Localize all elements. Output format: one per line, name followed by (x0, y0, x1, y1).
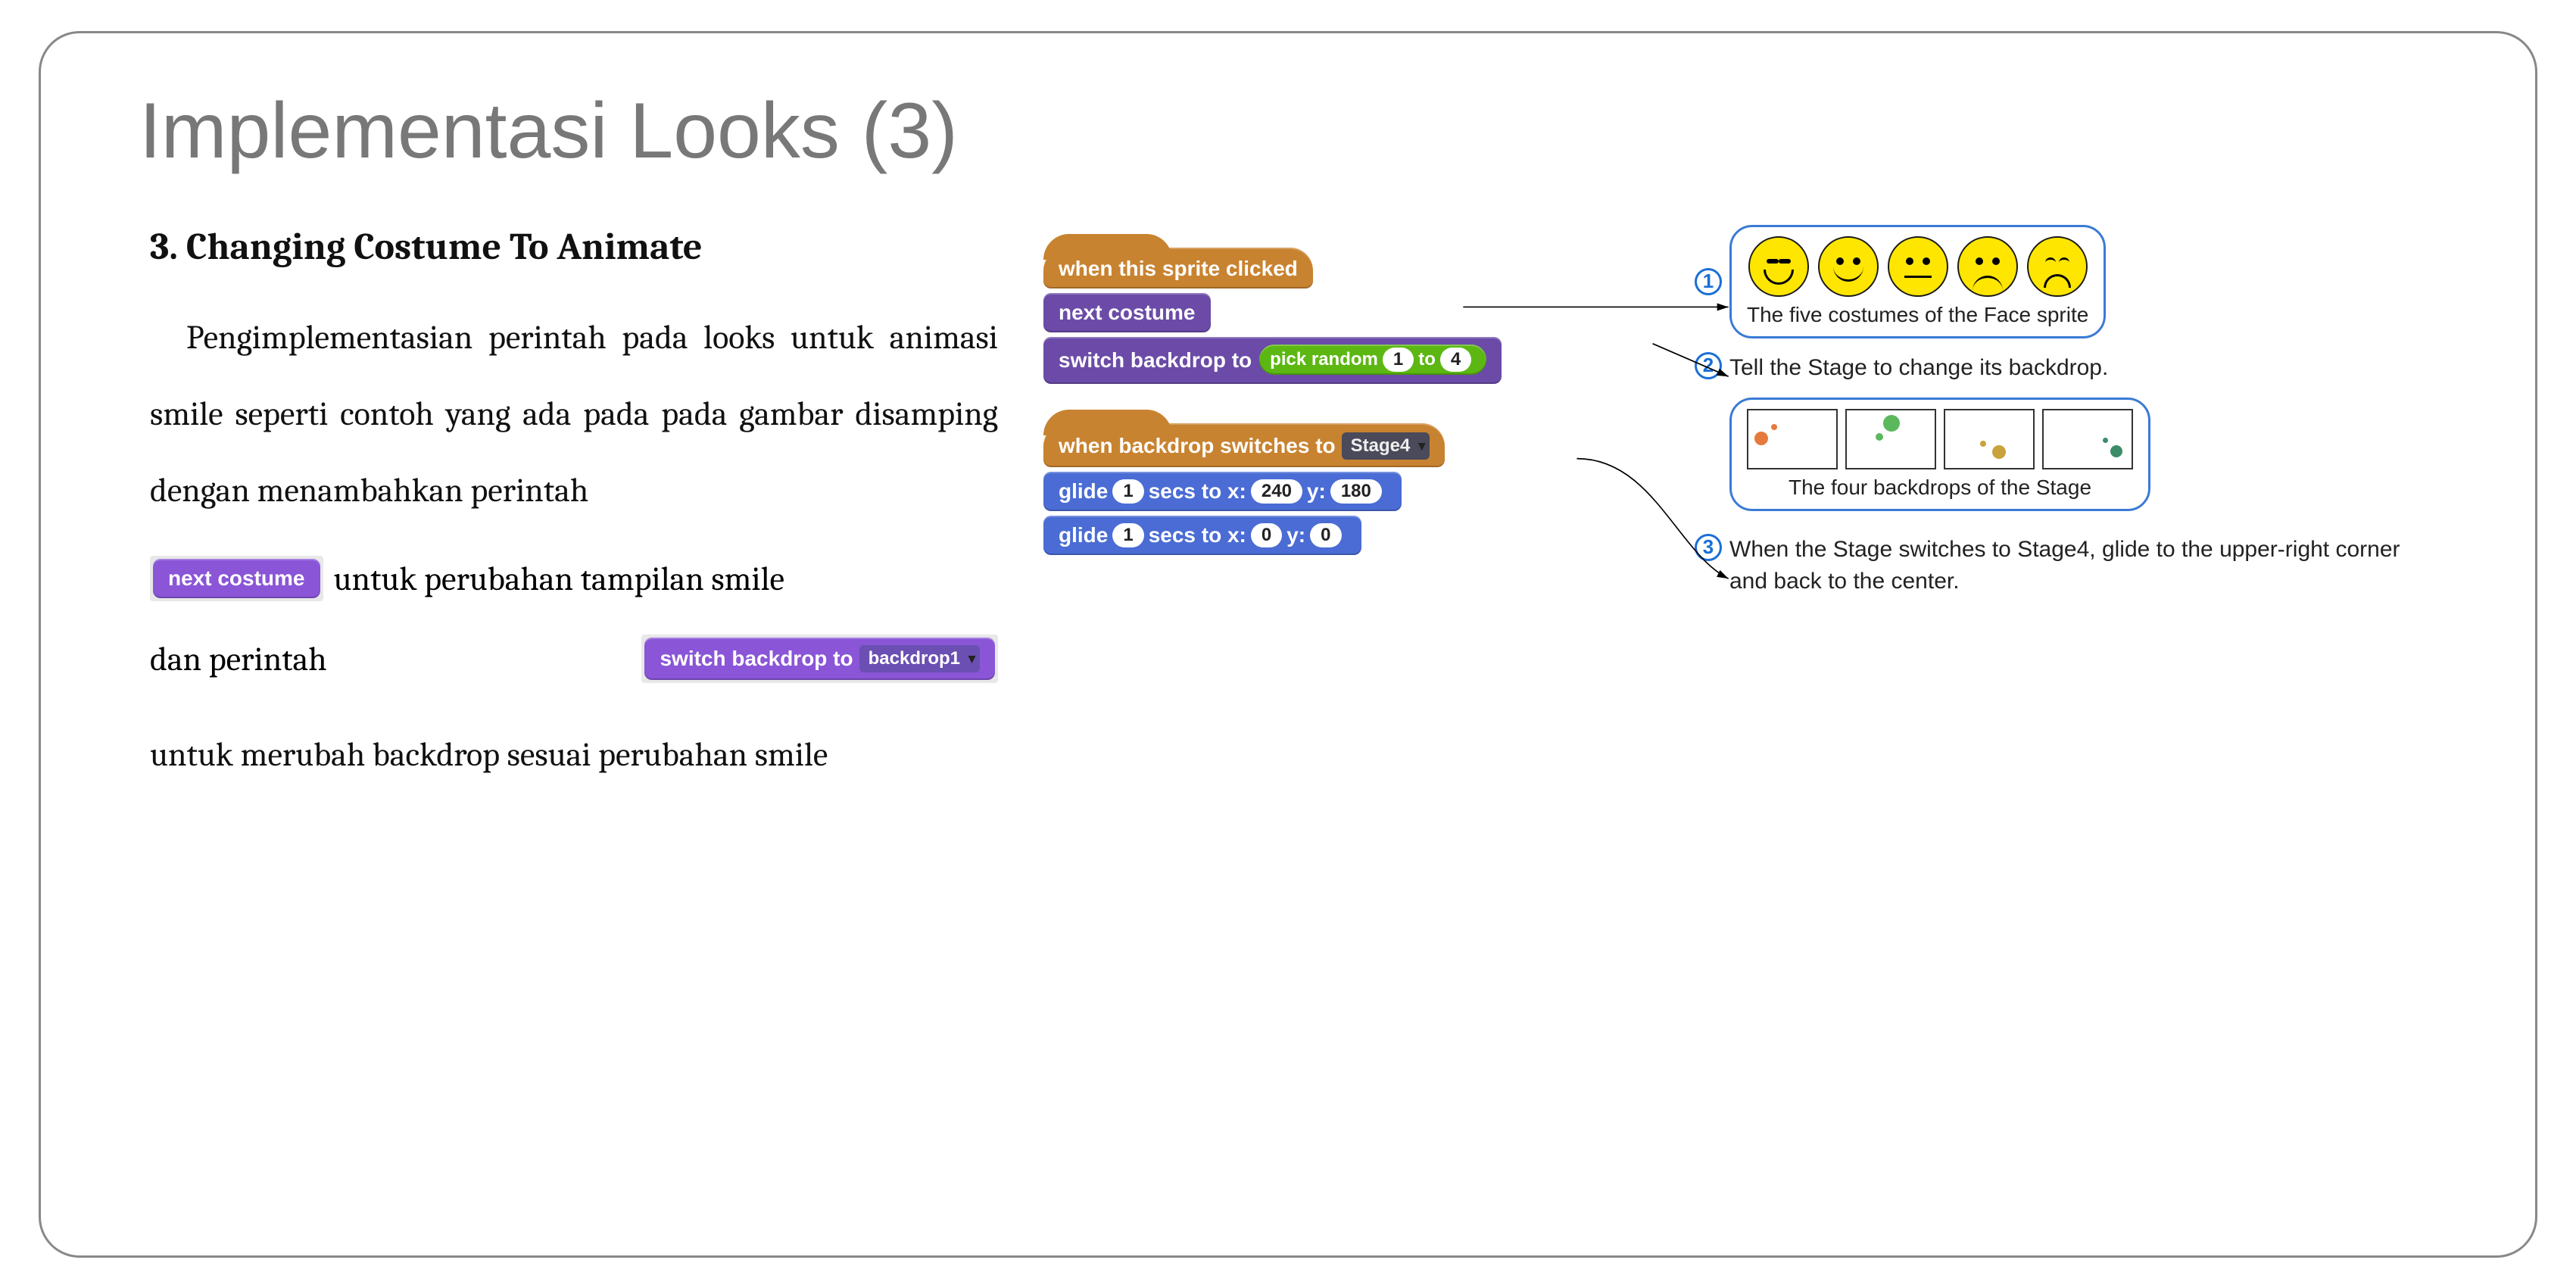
inline-switch-backdrop-wrap: switch backdrop to backdrop1 (641, 635, 998, 683)
when-backdrop-switches-pre: when backdrop switches to (1059, 434, 1336, 458)
pick-random-block: pick random 1 to 4 (1259, 345, 1486, 375)
inline-block-row-1: next costume untuk perubahan tampilan sm… (150, 556, 998, 601)
glide2-pre: glide (1059, 523, 1108, 547)
annotation-2-text: Tell the Stage to change its backdrop. (1729, 352, 2426, 384)
pick-random-from: 1 (1383, 348, 1414, 372)
backdrop-1-icon (1747, 409, 1838, 469)
glide-block-1: glide 1 secs to x: 240 y: 180 (1043, 472, 1402, 511)
script-1: when this sprite clicked next costume sw… (1043, 248, 1664, 385)
badge-3: 3 (1695, 534, 1722, 561)
glide2-mid2: y: (1286, 523, 1305, 547)
glide1-mid: secs to x: (1149, 479, 1246, 504)
face-sad-icon (1957, 236, 2018, 297)
face-cry-icon (2027, 236, 2088, 297)
switch-backdrop-label: switch backdrop to (660, 647, 853, 671)
content-area: 3. Changing Costume To Animate Pengimple… (132, 225, 2444, 794)
paragraph-4: untuk merubah backdrop sesuai perubahan … (150, 716, 998, 793)
glide1-secs: 1 (1112, 479, 1143, 504)
annotation-1: 1 The five costumes of the Face sprite (1695, 225, 2426, 338)
slide-title: Implementasi Looks (3) (139, 86, 2444, 176)
glide2-x: 0 (1251, 523, 1282, 547)
backdrops-wrap: The four backdrops of the Stage (1729, 398, 2426, 511)
backdrops-callout: The four backdrops of the Stage (1729, 398, 2150, 511)
badge-2: 2 (1695, 352, 1722, 379)
switch-backdrop-block-inline: switch backdrop to backdrop1 (644, 638, 995, 680)
switch-backdrop-random-block: switch backdrop to pick random 1 to 4 (1043, 337, 1502, 384)
next-costume-block: next costume (1043, 293, 1211, 332)
face-laugh-icon (1748, 236, 1809, 297)
face-happy-icon (1818, 236, 1879, 297)
when-backdrop-switches-val: Stage4 (1342, 432, 1430, 460)
glide2-mid: secs to x: (1149, 523, 1246, 547)
faces-caption: The five costumes of the Face sprite (1747, 303, 2088, 327)
next-costume-label: next costume (168, 566, 305, 591)
backdrop-2-icon (1845, 409, 1936, 469)
faces-callout: The five costumes of the Face sprite (1729, 225, 2106, 338)
next-costume-block-inline: next costume (153, 559, 320, 598)
inline-block-row-2: dan perintah switch backdrop to backdrop… (150, 635, 998, 683)
inline-next-costume-wrap: next costume (150, 556, 323, 601)
paragraph-2-suffix: untuk perubahan tampilan smile (334, 560, 784, 598)
glide1-y: 180 (1330, 479, 1382, 504)
next-costume-block-label: next costume (1059, 301, 1196, 325)
backdrops-caption: The four backdrops of the Stage (1789, 476, 2091, 500)
pick-random-mid: to (1418, 349, 1436, 370)
face-neutral-icon (1888, 236, 1948, 297)
script-2: when backdrop switches to Stage4 glide 1… (1043, 423, 1664, 557)
annotation-3-text: When the Stage switches to Stage4, glide… (1729, 534, 2426, 597)
pick-random-pre: pick random (1270, 349, 1378, 370)
slide-frame: Implementasi Looks (3) 3. Changing Costu… (39, 31, 2537, 1258)
backdrop-4-icon (2042, 409, 2133, 469)
blocks-column: when this sprite clicked next costume sw… (1043, 225, 1664, 794)
glide1-x: 240 (1251, 479, 1302, 504)
annotation-3: 3 When the Stage switches to Stage4, gli… (1695, 534, 2426, 597)
left-column: 3. Changing Costume To Animate Pengimple… (150, 225, 998, 794)
when-sprite-clicked-label: when this sprite clicked (1059, 257, 1298, 281)
switch-backdrop-pre: switch backdrop to (1059, 348, 1252, 373)
right-column: when this sprite clicked next costume sw… (1043, 225, 2426, 794)
paragraph-1: Pengimplementasian perintah pada looks u… (150, 299, 998, 529)
when-backdrop-switches-block: when backdrop switches to Stage4 (1043, 423, 1445, 467)
glide-block-2: glide 1 secs to x: 0 y: 0 (1043, 516, 1361, 555)
backdrop-3-icon (1944, 409, 2035, 469)
glide2-y: 0 (1310, 523, 1341, 547)
glide2-secs: 1 (1112, 523, 1143, 547)
paragraph-3-prefix: dan perintah (150, 640, 327, 678)
glide1-pre: glide (1059, 479, 1108, 504)
switch-backdrop-dropdown: backdrop1 (859, 645, 980, 672)
backdrops-row (1747, 409, 2133, 469)
annotations-column: 1 The five costumes of the Face sprite (1695, 225, 2426, 794)
subheading: 3. Changing Costume To Animate (150, 225, 998, 269)
glide1-mid2: y: (1307, 479, 1326, 504)
when-sprite-clicked-block: when this sprite clicked (1043, 248, 1313, 288)
annotation-2: 2 Tell the Stage to change its backdrop. (1695, 352, 2426, 384)
badge-1: 1 (1695, 268, 1722, 295)
faces-row (1748, 236, 2088, 297)
pick-random-to: 4 (1440, 348, 1471, 372)
paragraph-1-text: Pengimplementasian perintah pada looks u… (150, 299, 998, 529)
